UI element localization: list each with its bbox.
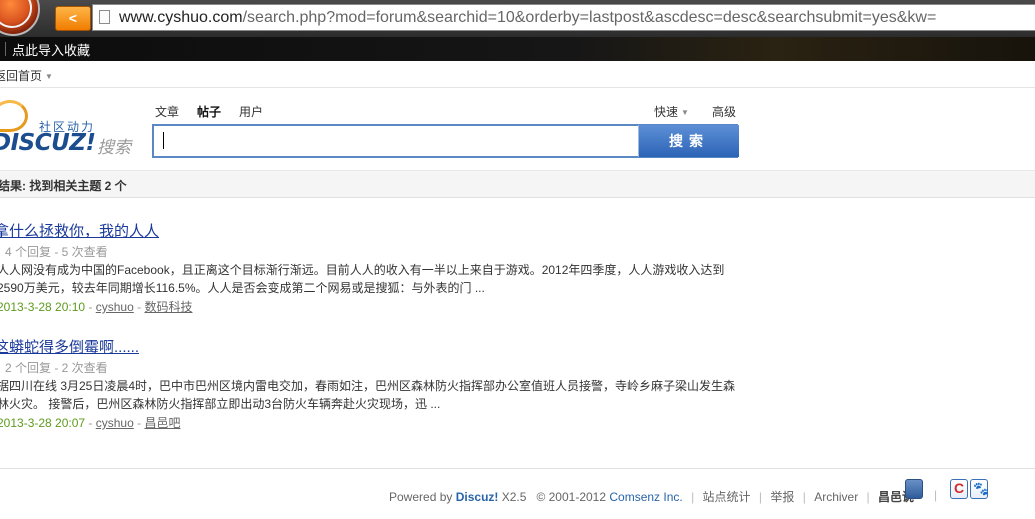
result-meta: 4 个回复 - 5 次查看 [5, 245, 108, 259]
footer-separator: | [691, 490, 695, 504]
c-logo-icon[interactable]: C [950, 479, 968, 499]
footer-separator: | [758, 490, 763, 504]
result-summary-bar: 结果: 找到相关主题 2 个 [0, 170, 1035, 198]
footer-separator: | [934, 488, 938, 502]
tab-users[interactable]: 用户 [239, 103, 263, 120]
result-title-link[interactable]: 拿什么拯救你，我的人人 [0, 220, 159, 241]
top-nav: 返回首页 ▼ [0, 61, 1035, 88]
discuz-logo[interactable]: 社区动力 DISCUZ! 搜索 [0, 100, 140, 160]
chevron-down-icon: ▼ [45, 72, 53, 82]
footer-stats-link[interactable]: 站点统计 [703, 490, 751, 504]
search-form: 搜索 [152, 124, 739, 158]
footer-version: X2.5 [501, 490, 527, 504]
browser-menu-orb-icon[interactable] [0, 0, 40, 36]
result-footer: 2013-3-28 20:07 - cyshuo - 昌邑吧 [0, 414, 180, 431]
chevron-down-icon: ▼ [681, 108, 689, 118]
url-path: /search.php?mod=forum&searchid=10&orderb… [242, 9, 937, 26]
advanced-search-link[interactable]: 高级 [712, 103, 736, 120]
search-button[interactable]: 搜索 [638, 125, 739, 157]
result-forum-link[interactable]: 昌邑吧 [144, 416, 180, 430]
search-input[interactable] [156, 128, 634, 154]
footer: Powered by Discuz! X2.5 © 2001-2012 Coms… [389, 488, 914, 505]
result-forum-link[interactable]: 数码科技 [144, 300, 192, 314]
footer-separator: | [802, 490, 806, 504]
url-text[interactable]: www.cyshuo.com/search.php?mod=forum&sear… [119, 5, 936, 30]
paw-icon[interactable]: 🐾 [970, 479, 989, 499]
logo-brand: DISCUZ! [0, 130, 96, 156]
bookmark-import[interactable]: 点此导入收藏 [12, 40, 90, 59]
result-summary: 结果: 找到相关主题 2 个 [0, 179, 127, 193]
footer-separator: | [866, 490, 870, 504]
bookmark-bar: 点此导入收藏 [0, 37, 1035, 61]
orb-ring [0, 0, 32, 28]
bookmark-separator [5, 42, 6, 56]
tab-articles[interactable]: 文章 [155, 103, 179, 120]
result-date: 2013-3-28 20:07 [0, 416, 86, 430]
back-home-link[interactable]: 返回首页 ▼ [0, 67, 53, 84]
footer-brand-link[interactable]: Discuz! [456, 490, 499, 504]
result-author-link[interactable]: cyshuo [96, 416, 134, 430]
result-footer: 2013-3-28 20:10 - cyshuo - 数码科技 [0, 298, 192, 315]
footer-powered-by: Powered by [389, 490, 453, 504]
back-home-label: 返回首页 [0, 69, 43, 83]
quick-search-toggle[interactable]: 快速 ▼ [654, 103, 689, 120]
result-snippet: 据四川在线 3月25日凌晨4时，巴中市巴州区境内雷电交加，春雨如注，巴州区森林防… [0, 379, 736, 411]
quick-search-label: 快速 [654, 105, 679, 119]
logo-swirl-icon [0, 100, 28, 132]
browser-toolbar: < www.cyshuo.com/search.php?mod=forum&se… [0, 0, 1035, 37]
text-cursor [163, 132, 164, 149]
result-title-link[interactable]: 这蟒蛇得多倒霉啊...... [0, 336, 139, 357]
result-snippet: 人人网没有成为中国的Facebook，且正离这个目标渐行渐远。目前人人的收入有一… [0, 263, 725, 295]
footer-divider [0, 468, 1035, 469]
footer-company-link[interactable]: Comsenz Inc. [609, 490, 682, 504]
url-domain: www.cyshuo.com [119, 9, 243, 26]
page-icon [99, 10, 110, 24]
result-meta: 2 个回复 - 2 次查看 [5, 361, 108, 375]
back-button[interactable]: < [55, 6, 91, 31]
tab-posts[interactable]: 帖子 [197, 103, 221, 120]
logo-search-label: 搜索 [97, 138, 131, 157]
address-bar[interactable]: www.cyshuo.com/search.php?mod=forum&sear… [92, 4, 1035, 31]
footer-copyright: © 2001-2012 [536, 490, 607, 504]
result-date: 2013-3-28 20:10 [0, 300, 86, 314]
footer-report-link[interactable]: 举报 [770, 490, 794, 504]
result-author-link[interactable]: cyshuo [96, 300, 134, 314]
footer-archiver-link[interactable]: Archiver [814, 490, 858, 504]
shield-icon[interactable] [905, 479, 923, 499]
